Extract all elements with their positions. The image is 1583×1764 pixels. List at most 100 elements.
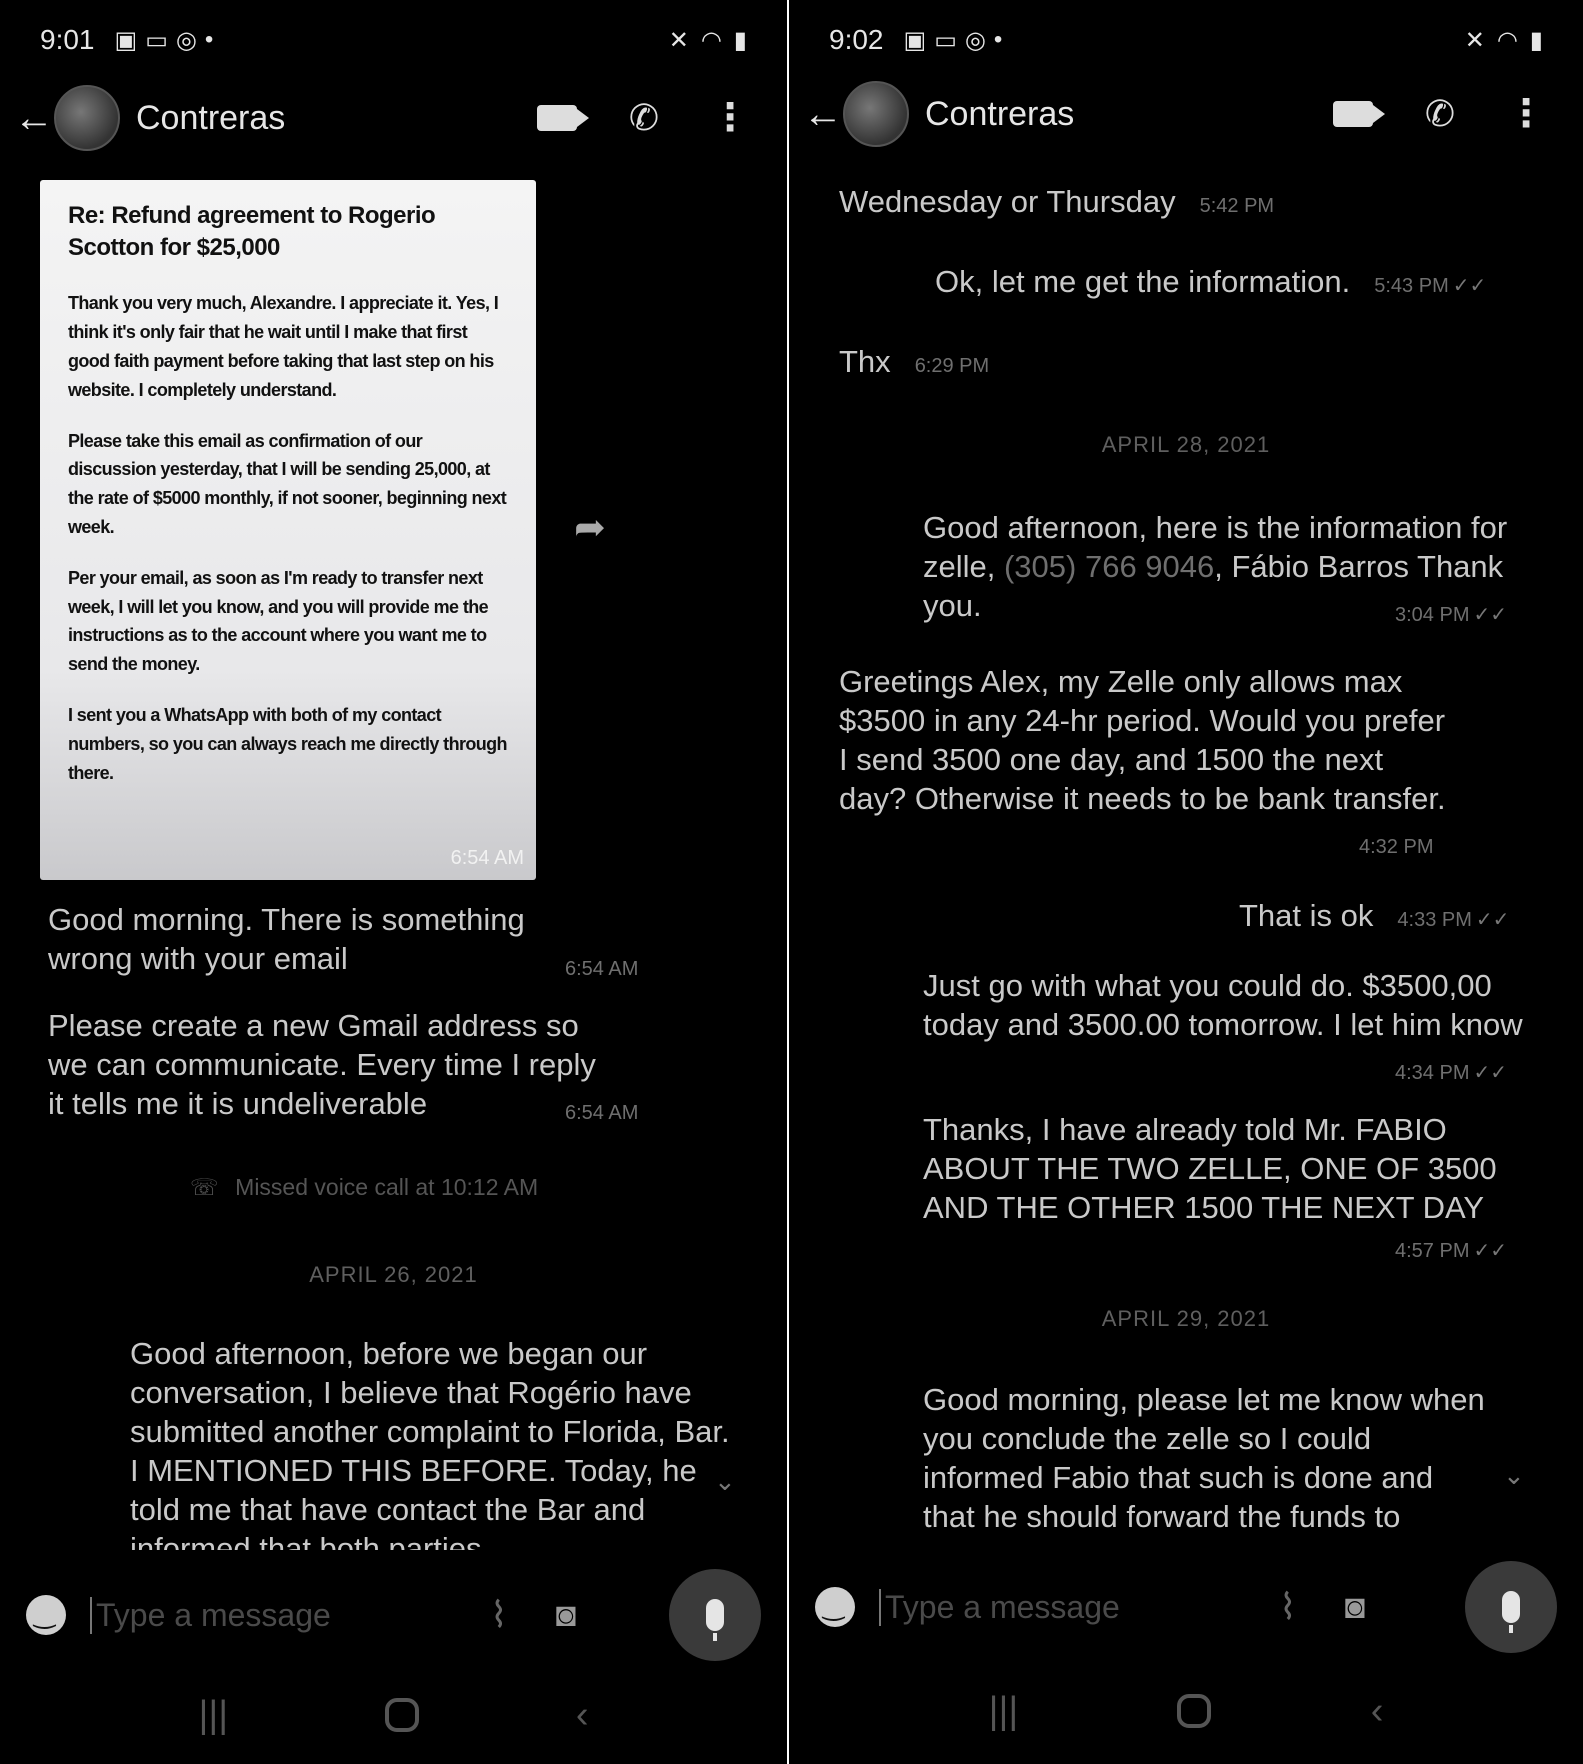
message-time: 6:54 AM — [450, 847, 524, 869]
message-text: Thanks, I have already told Mr. FABIO AB… — [923, 1112, 1497, 1225]
message-bubble[interactable]: Wednesday or Thursday 5:42 PM — [839, 182, 1274, 226]
laptop-icon: ▭ — [934, 26, 957, 54]
read-receipt-icon: ✓✓ — [1473, 1062, 1507, 1084]
message-time: 4:33 PM — [1397, 909, 1472, 931]
message-text: Wednesday or Thursday — [839, 184, 1176, 219]
mute-icon: ✕ — [1464, 26, 1485, 54]
more-options-icon[interactable]: ⋮ — [711, 99, 749, 137]
status-bar: 9:01 ▣ ▭ ◎ • ✕ ◠ ▮ — [0, 18, 787, 62]
contact-avatar[interactable] — [843, 81, 909, 147]
home-icon[interactable] — [1177, 1694, 1212, 1728]
left-phone-screen: 9:01 ▣ ▭ ◎ • ✕ ◠ ▮ ← Contreras ✆ ⋮ Re: R… — [0, 0, 787, 1764]
message-bubble[interactable]: Greetings Alex, my Zelle only allows max… — [839, 662, 1449, 818]
missed-call-notice: ☏ Missed voice call at 10:12 AM — [190, 1174, 538, 1201]
contact-name[interactable]: Contreras — [136, 99, 285, 138]
more-options-icon[interactable]: ⋮ — [1507, 95, 1545, 133]
camera-icon[interactable]: ◙ — [556, 1596, 577, 1635]
message-input[interactable] — [879, 1588, 1269, 1626]
recent-apps-icon[interactable]: ||| — [989, 1690, 1019, 1733]
date-separator: APRIL 29, 2021 — [1101, 1306, 1271, 1331]
date-separator: APRIL 28, 2021 — [1101, 432, 1271, 457]
screenshot-composite: 9:01 ▣ ▭ ◎ • ✕ ◠ ▮ ← Contreras ✆ ⋮ Re: R… — [0, 0, 1583, 1764]
nav-back-icon[interactable]: ‹ — [576, 1694, 589, 1737]
forward-icon[interactable]: ➦ — [574, 505, 606, 550]
message-input[interactable] — [90, 1596, 480, 1634]
back-arrow-icon[interactable]: ← — [14, 96, 54, 141]
read-receipt-icon: ✓✓ — [1473, 604, 1507, 626]
back-arrow-icon[interactable]: ← — [803, 92, 843, 137]
voice-record-button[interactable] — [1465, 1561, 1557, 1653]
mute-icon: ✕ — [668, 26, 689, 54]
message-bubble[interactable]: Thanks, I have already told Mr. FABIO AB… — [923, 1110, 1523, 1227]
email-subject: Re: Refund agreement to Rogerio Scotton … — [68, 202, 436, 261]
whatsapp-icon: ◎ — [964, 26, 986, 54]
message-time: 6:54 AM — [565, 958, 639, 980]
scroll-down-icon[interactable]: ⌄ — [1503, 1460, 1525, 1491]
battery-icon: ▮ — [1529, 26, 1543, 54]
message-bubble[interactable]: Good morning. There is something wrong w… — [48, 900, 568, 978]
message-bubble[interactable]: Ok, let me get the information. 5:43 PM ✓✓ — [935, 262, 1486, 306]
message-text: Thx — [839, 344, 891, 379]
voice-record-button[interactable] — [669, 1569, 761, 1661]
message-bubble[interactable]: Please create a new Gmail address so we … — [48, 1006, 608, 1123]
email-paragraph: Thank you very much, Alexandre. I apprec… — [68, 293, 499, 400]
microphone-icon — [706, 1599, 724, 1641]
chat-messages: Wednesday or Thursday 5:42 PM Ok, let me … — [789, 170, 1583, 1550]
camera-icon[interactable]: ◙ — [1345, 1588, 1366, 1627]
message-time: 4:34 PM ✓✓ — [1395, 1062, 1507, 1084]
message-bubble[interactable]: Thx 6:29 PM — [839, 342, 989, 386]
status-time: 9:02 — [829, 24, 884, 55]
email-paragraph: Please take this email as confirmation o… — [68, 430, 507, 537]
voice-call-icon[interactable]: ✆ — [1425, 93, 1455, 135]
message-time: 6:54 AM — [565, 1102, 639, 1124]
system-nav-bar: ||| ‹ — [789, 1676, 1583, 1746]
battery-icon: ▮ — [733, 26, 747, 54]
scroll-down-icon[interactable]: ⌄ — [714, 1466, 736, 1497]
system-nav-bar: ||| ‹ — [0, 1680, 787, 1750]
video-call-icon[interactable] — [1332, 101, 1385, 127]
video-call-icon[interactable] — [536, 105, 589, 131]
nav-back-icon[interactable]: ‹ — [1371, 1690, 1384, 1733]
message-bubble[interactable]: Good afternoon, before we began our conv… — [130, 1334, 740, 1550]
message-time: 5:43 PM — [1374, 275, 1449, 297]
message-time: 6:29 PM — [914, 355, 990, 377]
voice-call-icon[interactable]: ✆ — [629, 97, 659, 139]
contact-avatar[interactable] — [54, 85, 120, 151]
message-text: Good afternoon, before we began our conv… — [130, 1336, 730, 1550]
microphone-icon — [1502, 1591, 1520, 1633]
whatsapp-icon: ◎ — [175, 26, 197, 54]
status-time: 9:01 — [40, 24, 95, 55]
missed-call-text: Missed voice call at 10:12 AM — [235, 1174, 539, 1200]
message-text: Ok, let me get the information. — [935, 264, 1351, 299]
gallery-icon: ▣ — [114, 26, 138, 54]
home-icon[interactable] — [384, 1698, 419, 1732]
message-bubble[interactable]: That is ok 4:33 PM ✓✓ — [1239, 896, 1509, 940]
chat-header: ← Contreras ✆ ⋮ — [789, 74, 1583, 154]
message-text: Greetings Alex, my Zelle only allows max… — [839, 664, 1446, 816]
message-time: 4:32 PM — [1359, 836, 1434, 858]
notification-dot: • — [993, 26, 1003, 53]
chat-messages: Re: Refund agreement to Rogerio Scotton … — [0, 170, 787, 1550]
wifi-icon: ◠ — [1496, 26, 1518, 54]
attach-icon[interactable]: ⌇ — [1279, 1586, 1297, 1628]
read-receipt-icon: ✓✓ — [1452, 275, 1487, 297]
emoji-icon[interactable] — [26, 1595, 66, 1635]
message-time: 4:57 PM ✓✓ — [1395, 1240, 1507, 1262]
contact-name[interactable]: Contreras — [925, 95, 1074, 134]
email-screenshot-image[interactable]: Re: Refund agreement to Rogerio Scotton … — [40, 180, 536, 880]
message-bubble[interactable]: Just go with what you could do. $3500,00… — [923, 966, 1523, 1044]
laptop-icon: ▭ — [145, 26, 168, 54]
status-bar: 9:02 ▣ ▭ ◎ • ✕ ◠ ▮ — [789, 18, 1583, 62]
message-composer: ⌇ ◙ — [0, 1560, 787, 1670]
message-text: That is ok — [1239, 898, 1374, 933]
recent-apps-icon[interactable]: ||| — [198, 1694, 228, 1737]
message-composer: ⌇ ◙ — [789, 1552, 1583, 1662]
attach-icon[interactable]: ⌇ — [490, 1594, 508, 1636]
message-bubble[interactable]: Good morning, please let me know when yo… — [923, 1380, 1493, 1536]
emoji-icon[interactable] — [815, 1587, 855, 1627]
email-paragraph: I sent you a WhatsApp with both of my co… — [68, 704, 508, 783]
read-receipt-icon: ✓✓ — [1473, 1240, 1507, 1262]
email-paragraph: Per your email, as soon as I'm ready to … — [68, 567, 489, 675]
message-time: 3:04 PM ✓✓ — [1395, 604, 1507, 626]
phone-number-link[interactable]: (305) 766 9046 — [1004, 549, 1214, 584]
